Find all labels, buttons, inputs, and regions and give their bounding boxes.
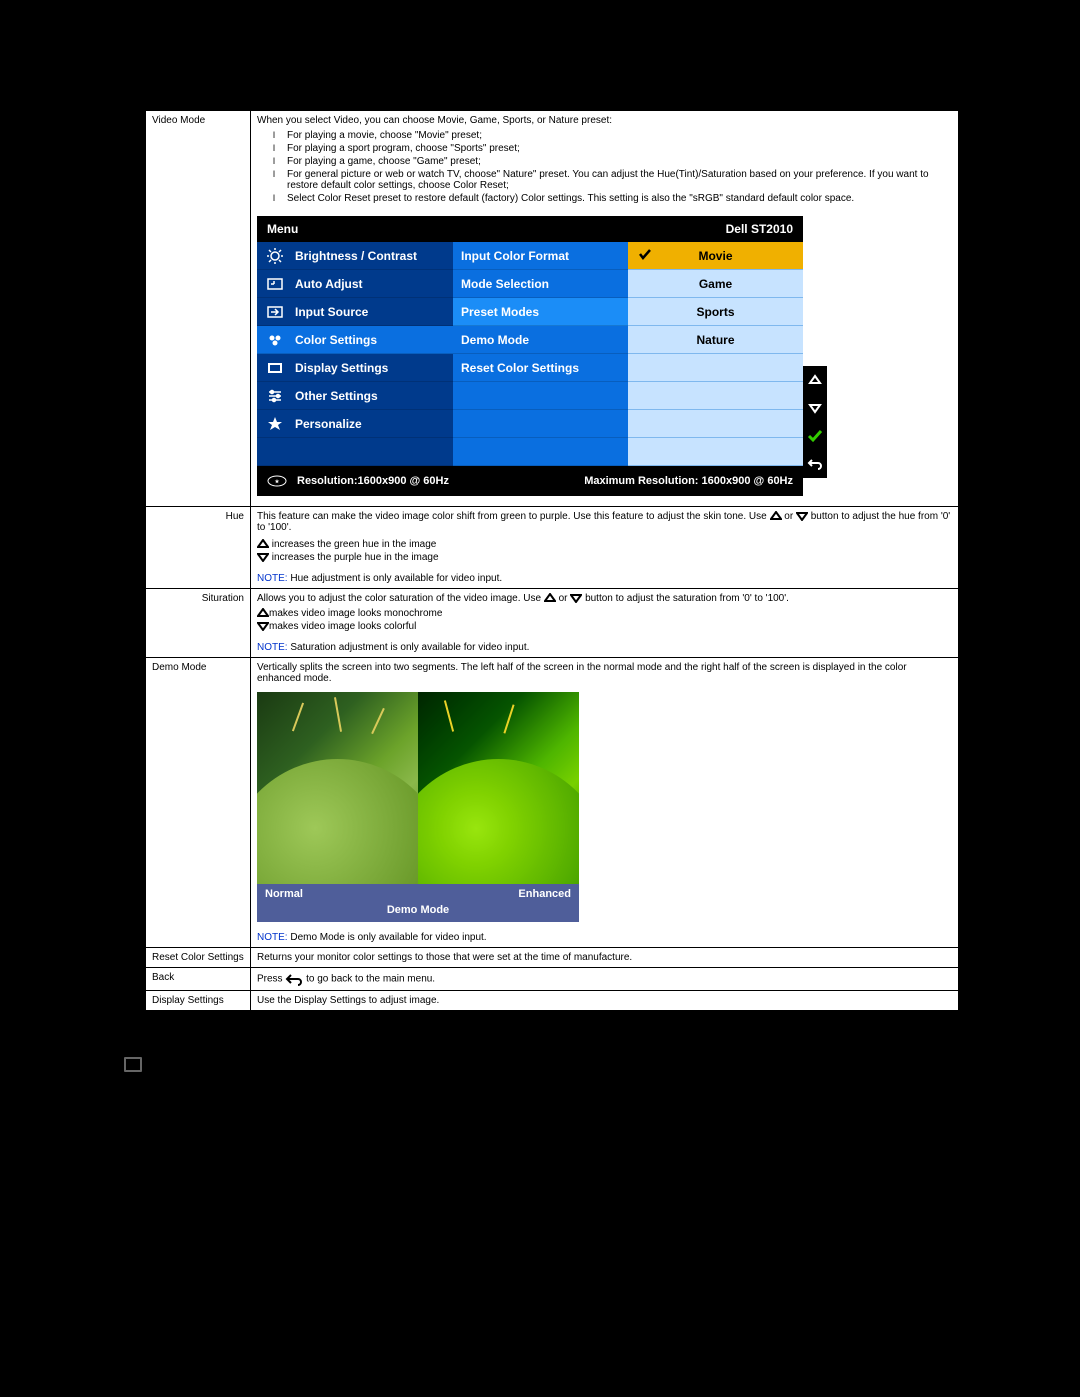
row-label-video-mode: Video Mode xyxy=(146,111,251,507)
demo-label-normal: Normal xyxy=(265,888,303,900)
row-label-back: Back xyxy=(146,968,251,991)
osd-back-button[interactable] xyxy=(803,450,827,478)
osd-main-item[interactable]: Input Source xyxy=(257,298,453,326)
up-arrow-icon xyxy=(257,539,269,549)
up-arrow-icon xyxy=(257,608,269,618)
energy-star-icon: ★ xyxy=(267,474,287,488)
osd-footer: ★ Resolution:1600x900 @ 60Hz Maximum Res… xyxy=(257,466,803,496)
down-arrow-icon xyxy=(257,621,269,631)
osd-sub-item[interactable]: Demo Mode xyxy=(453,326,628,354)
demo-overlay-bar: Normal Enhanced Demo Mode xyxy=(257,884,579,922)
left-icon-column xyxy=(122,110,145,1011)
row-label-demo-mode: Demo Mode xyxy=(146,658,251,948)
osd-main-item[interactable]: Display Settings xyxy=(257,354,453,382)
palette-icon xyxy=(265,331,285,349)
osd-option-item[interactable]: Nature xyxy=(628,326,803,354)
row-content-back: Press to go back to the main menu. xyxy=(251,968,959,991)
osd-sub-item[interactable]: Mode Selection xyxy=(453,270,628,298)
osd-main-menu: Brightness / ContrastAuto AdjustInput So… xyxy=(257,242,453,466)
down-arrow-icon xyxy=(257,552,269,562)
note-label: NOTE: xyxy=(257,642,288,653)
osd-nav-buttons xyxy=(803,366,827,478)
osd-sub-item[interactable]: Preset Modes xyxy=(453,298,628,326)
osd-options: MovieGameSportsNature xyxy=(628,242,803,466)
osd-sub-item[interactable]: Input Color Format xyxy=(453,242,628,270)
input-icon xyxy=(265,303,285,321)
auto-icon xyxy=(265,275,285,293)
down-arrow-icon xyxy=(796,511,808,521)
bullet: For playing a movie, choose "Movie" pres… xyxy=(277,130,952,141)
osd-main-item[interactable]: Auto Adjust xyxy=(257,270,453,298)
demo-label-enhanced: Enhanced xyxy=(518,888,571,900)
osd-menu-title: Menu xyxy=(267,222,298,236)
row-content-demo-mode: Vertically splits the screen into two se… xyxy=(251,658,959,948)
osd-sub-item[interactable]: Reset Color Settings xyxy=(453,354,628,382)
row-content-saturation: Allows you to adjust the color saturatio… xyxy=(251,589,959,658)
osd-sub-menu: Input Color FormatMode SelectionPreset M… xyxy=(453,242,628,466)
video-mode-intro: When you select Video, you can choose Mo… xyxy=(257,115,952,126)
osd-model: Dell ST2010 xyxy=(726,222,793,236)
manual-table: Video Mode When you select Video, you ca… xyxy=(145,110,959,1011)
demo-title: Demo Mode xyxy=(265,900,571,918)
demo-mode-image: Normal Enhanced Demo Mode xyxy=(257,692,579,922)
down-arrow-icon xyxy=(570,593,582,603)
sliders-icon xyxy=(265,387,285,405)
osd-screenshot: Menu Dell ST2010 Brightness / ContrastAu… xyxy=(257,216,803,496)
video-mode-bullets: For playing a movie, choose "Movie" pres… xyxy=(277,130,952,204)
row-label-hue: Hue xyxy=(146,507,251,589)
star-icon xyxy=(265,415,285,433)
row-label-reset-color: Reset Color Settings xyxy=(146,948,251,968)
bullet: For playing a game, choose "Game" preset… xyxy=(277,156,952,167)
display-settings-section-icon xyxy=(124,1057,142,1072)
bullet: Select Color Reset preset to restore def… xyxy=(277,193,952,204)
row-content-video-mode: When you select Video, you can choose Mo… xyxy=(251,111,959,507)
osd-main-item[interactable]: Brightness / Contrast xyxy=(257,242,453,270)
osd-main-item[interactable]: Other Settings xyxy=(257,382,453,410)
osd-main-item[interactable]: Personalize xyxy=(257,410,453,438)
up-arrow-icon xyxy=(544,593,556,603)
row-content-display-settings: Use the Display Settings to adjust image… xyxy=(251,991,959,1011)
note-label: NOTE: xyxy=(257,573,288,584)
row-content-hue: This feature can make the video image co… xyxy=(251,507,959,589)
row-label-saturation: Situration xyxy=(146,589,251,658)
osd-res-label: Resolution: xyxy=(297,475,358,487)
osd-ok-button[interactable] xyxy=(803,422,827,450)
svg-text:★: ★ xyxy=(275,479,280,485)
osd-maxres-label: Maximum Resolution: xyxy=(584,475,698,487)
back-icon xyxy=(285,972,303,986)
osd-option-item[interactable]: Game xyxy=(628,270,803,298)
note-label: NOTE: xyxy=(257,932,288,943)
osd-down-button[interactable] xyxy=(803,394,827,422)
osd-option-item[interactable]: Movie xyxy=(628,242,803,270)
up-arrow-icon xyxy=(770,511,782,521)
bullet: For playing a sport program, choose "Spo… xyxy=(277,143,952,154)
sun-icon xyxy=(265,247,285,265)
osd-res-value: 1600x900 @ 60Hz xyxy=(358,475,449,487)
bullet: For general picture or web or watch TV, … xyxy=(277,169,952,191)
osd-up-button[interactable] xyxy=(803,366,827,394)
row-content-reset-color: Returns your monitor color settings to t… xyxy=(251,948,959,968)
osd-main-item[interactable]: Color Settings xyxy=(257,326,453,354)
osd-option-item[interactable]: Sports xyxy=(628,298,803,326)
row-label-display-settings: Display Settings xyxy=(146,991,251,1011)
rect-icon xyxy=(265,359,285,377)
osd-maxres-value: 1600x900 @ 60Hz xyxy=(698,475,793,487)
check-icon xyxy=(638,247,652,264)
